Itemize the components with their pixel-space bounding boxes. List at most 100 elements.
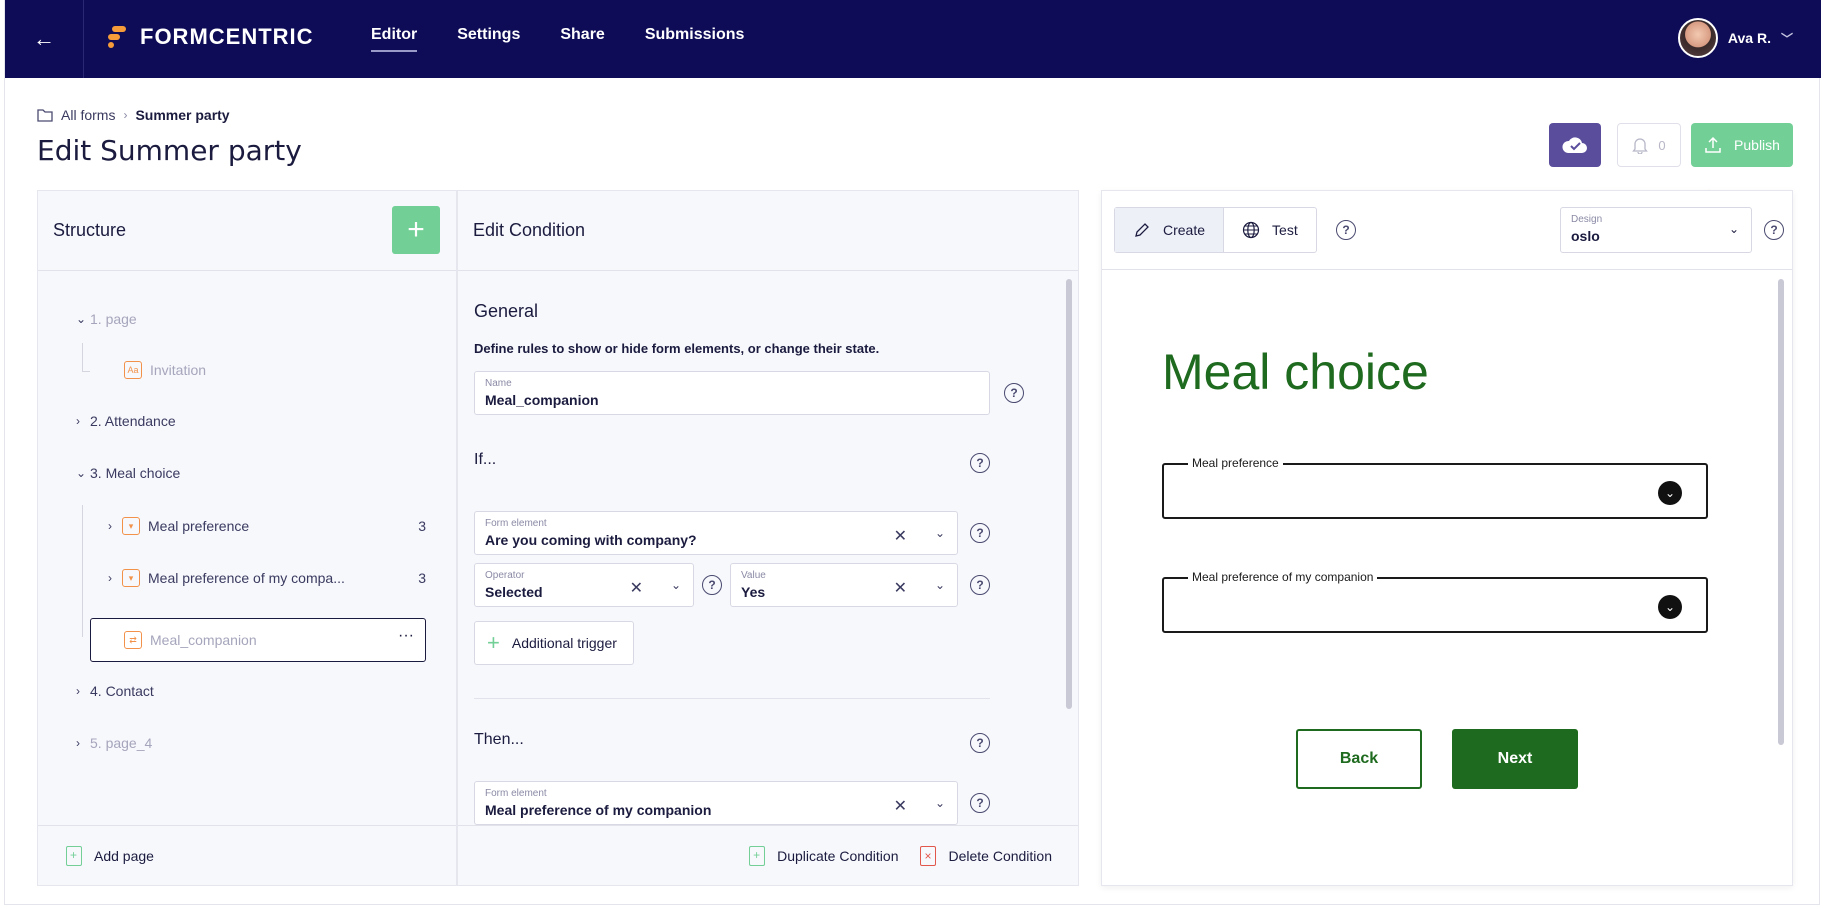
notifications-button[interactable]: 0 <box>1617 123 1681 167</box>
help-icon[interactable]: ? <box>1004 383 1024 403</box>
structure-panel: Structure + ⌄ 1. page Aa Invitation › 2.… <box>37 190 457 886</box>
save-button[interactable] <box>1549 123 1601 167</box>
edit-condition-footer: Duplicate Condition Delete Condition <box>458 825 1078 885</box>
tree-node-label: Meal_companion <box>150 632 257 648</box>
operator-select[interactable]: Operator Selected ✕ ⌄ <box>474 563 694 607</box>
tab-create[interactable]: Create <box>1115 208 1225 252</box>
if-form-element-select[interactable]: Form element Are you coming with company… <box>474 511 958 555</box>
add-element-button[interactable]: + <box>392 206 440 254</box>
divider <box>1102 269 1792 270</box>
chevron-right-icon: › <box>123 108 128 122</box>
user-name: Ava R. <box>1727 30 1771 46</box>
help-icon[interactable]: ? <box>970 793 990 813</box>
back-button[interactable]: ← <box>5 0 84 78</box>
plus-icon: + <box>487 630 500 655</box>
tree-node-contact[interactable]: › 4. Contact <box>76 683 154 699</box>
notification-count: 0 <box>1658 137 1666 153</box>
tree-node-page-1[interactable]: ⌄ 1. page <box>76 311 137 327</box>
globe-icon <box>1242 221 1260 239</box>
tab-test[interactable]: Test <box>1224 208 1316 252</box>
tree-node-meal-preference-companion[interactable]: › ▾ Meal preference of my compa... 3 <box>108 569 426 587</box>
condition-icon: ⇄ <box>124 631 142 649</box>
breadcrumb-all-forms[interactable]: All forms <box>61 107 115 123</box>
tree-node-meal-choice[interactable]: ⌄ 3. Meal choice <box>76 465 180 481</box>
tree-node-meal-companion[interactable]: ⇄ Meal_companion <box>124 631 257 649</box>
add-page-button[interactable]: Add page <box>66 845 154 866</box>
additional-trigger-button[interactable]: + Additional trigger <box>474 621 634 665</box>
chevron-right-icon: › <box>76 736 80 750</box>
name-field-value: Meal_companion <box>485 392 599 408</box>
value-select[interactable]: Value Yes ✕ ⌄ <box>730 563 958 607</box>
top-bar: ← FORMCENTRIC Editor Settings Share Subm… <box>5 0 1821 78</box>
publish-label: Publish <box>1734 137 1780 153</box>
user-menu[interactable]: Ava R. ﹀ <box>1677 18 1793 58</box>
duplicate-condition-label: Duplicate Condition <box>777 847 899 864</box>
trash-icon <box>920 845 937 866</box>
nav-share[interactable]: Share <box>560 26 604 52</box>
preview-panel: Create Test ? Design oslo ⌄ ? Meal choic… <box>1101 190 1793 886</box>
structure-footer: Add page <box>38 825 456 885</box>
help-icon[interactable]: ? <box>1764 220 1784 240</box>
help-icon[interactable]: ? <box>1336 220 1356 240</box>
bell-icon <box>1632 138 1649 154</box>
chevron-down-icon: ⌄ <box>1658 595 1682 619</box>
preview-companion-select[interactable]: Meal preference of my companion ⌄ <box>1162 570 1708 633</box>
clear-icon[interactable]: ✕ <box>894 526 907 546</box>
clear-icon[interactable]: ✕ <box>894 796 907 816</box>
scrollbar[interactable] <box>1066 279 1072 709</box>
help-icon[interactable]: ? <box>970 575 990 595</box>
nav-submissions[interactable]: Submissions <box>645 26 745 52</box>
tree-node-meal-preference[interactable]: › ▾ Meal preference 3 <box>108 517 426 535</box>
duplicate-condition-button[interactable]: Duplicate Condition <box>749 845 899 866</box>
nav-editor[interactable]: Editor <box>371 26 418 52</box>
help-icon[interactable]: ? <box>702 575 722 595</box>
value-value: Yes <box>741 584 766 600</box>
tree-connector <box>82 505 83 637</box>
add-page-label: Add page <box>94 847 154 864</box>
tree-node-label: 1. page <box>90 311 137 327</box>
if-heading: If... <box>474 451 497 468</box>
tree-node-label: 3. Meal choice <box>90 465 181 481</box>
then-form-element-label: Form element <box>485 788 547 799</box>
preview-page-title: Meal choice <box>1162 344 1429 400</box>
app-window: ← FORMCENTRIC Editor Settings Share Subm… <box>4 0 1821 905</box>
chevron-down-icon[interactable]: ⌄ <box>671 578 681 592</box>
chevron-down-icon[interactable]: ⌄ <box>935 796 945 810</box>
name-field[interactable]: Name Meal_companion <box>474 371 990 415</box>
value-label: Value <box>741 570 766 581</box>
tree-node-label: Invitation <box>150 362 207 378</box>
tree-node-label: 5. page_4 <box>90 735 153 751</box>
chevron-down-icon[interactable]: ⌄ <box>935 526 945 540</box>
tab-test-label: Test <box>1272 222 1298 238</box>
additional-trigger-label: Additional trigger <box>511 635 617 651</box>
general-description: Define rules to show or hide form elemen… <box>474 341 880 356</box>
breadcrumb-current: Summer party <box>135 107 230 123</box>
tree-node-attendance[interactable]: › 2. Attendance <box>76 413 176 429</box>
more-options-button[interactable]: ··· <box>398 627 414 645</box>
design-select[interactable]: Design oslo ⌄ <box>1560 207 1752 253</box>
operator-label: Operator <box>485 570 525 581</box>
tree-node-page-4[interactable]: › 5. page_4 <box>76 735 152 751</box>
duplicate-icon <box>749 845 766 866</box>
clear-icon[interactable]: ✕ <box>894 578 907 598</box>
publish-button[interactable]: Publish <box>1691 123 1793 167</box>
help-icon[interactable]: ? <box>970 733 990 753</box>
chevron-down-icon[interactable]: ⌄ <box>935 578 945 592</box>
preview-next-button[interactable]: Next <box>1452 729 1578 789</box>
delete-condition-button[interactable]: Delete Condition <box>920 845 1052 866</box>
pencil-icon <box>1135 223 1149 237</box>
preview-back-button[interactable]: Back <box>1296 729 1422 789</box>
design-label: Design <box>1571 214 1603 225</box>
tree-node-invitation[interactable]: Aa Invitation <box>124 361 206 379</box>
cloud-check-icon <box>1562 137 1587 153</box>
preview-meal-preference-select[interactable]: Meal preference ⌄ <box>1162 456 1708 519</box>
clear-icon[interactable]: ✕ <box>630 578 643 598</box>
preview-select-label: Meal preference <box>1188 456 1283 470</box>
tree-node-label: Meal preference of my compa... <box>148 570 345 586</box>
help-icon[interactable]: ? <box>970 523 990 543</box>
then-form-element-select[interactable]: Form element Meal preference of my compa… <box>474 781 958 825</box>
form-element-label: Form element <box>485 518 547 529</box>
help-icon[interactable]: ? <box>970 453 990 473</box>
nav-settings[interactable]: Settings <box>457 26 520 52</box>
scrollbar[interactable] <box>1778 279 1784 745</box>
